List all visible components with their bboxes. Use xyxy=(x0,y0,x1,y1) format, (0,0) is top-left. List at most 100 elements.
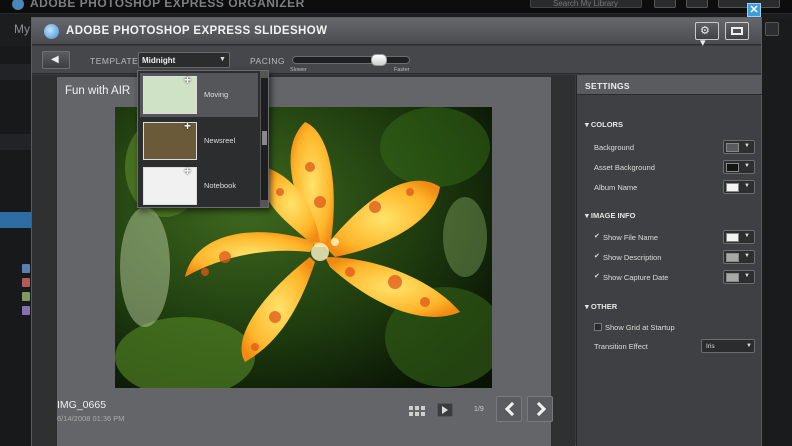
organizer-sidebar xyxy=(0,46,32,446)
template-option-label: Moving xyxy=(204,90,229,99)
organizer-section-label: My xyxy=(14,22,30,36)
dropdown-scrollbar[interactable] xyxy=(260,71,268,207)
add-icon: + xyxy=(184,73,192,87)
file-name-color-picker[interactable]: ▼ xyxy=(723,230,755,244)
show-description-checkbox[interactable]: ✔ xyxy=(594,253,601,260)
next-slide-button[interactable] xyxy=(527,396,553,422)
scroll-up-icon[interactable] xyxy=(261,71,268,78)
transition-effect-value: Iris xyxy=(706,343,715,350)
template-label: TEMPLATE xyxy=(90,56,139,66)
chevron-down-icon: ▼ xyxy=(219,56,226,63)
pacing-slider-thumb[interactable] xyxy=(371,54,387,66)
background-color-picker[interactable]: ▼ xyxy=(723,140,755,154)
slide-capture-date: 6/14/2008 01:36 PM xyxy=(57,414,125,423)
play-button[interactable] xyxy=(437,403,453,417)
organizer-title-bar: ADOBE PHOTOSHOP EXPRESS ORGANIZER Search… xyxy=(0,0,792,14)
organizer-search-input[interactable]: Search My Library xyxy=(530,0,642,8)
pacing-faster-label: Faster xyxy=(394,67,410,73)
template-selected-value: Midnight xyxy=(142,56,176,65)
show-file-name-checkbox[interactable]: ✔ xyxy=(594,233,601,240)
pacing-slider[interactable] xyxy=(292,54,410,66)
pacing-slower-label: Slower xyxy=(290,67,307,73)
slide-counter: 1/9 xyxy=(474,406,484,413)
color-swatch xyxy=(726,163,739,172)
asset-background-color-label: Asset Background xyxy=(594,163,655,172)
close-icon[interactable]: ✕ xyxy=(747,3,761,17)
template-option-moving[interactable]: + Moving xyxy=(140,73,258,117)
show-file-name-label: Show File Name xyxy=(603,233,659,242)
image-info-section-toggle[interactable]: ▾ IMAGE INFO xyxy=(585,211,635,220)
color-swatch xyxy=(726,183,739,192)
color-swatch xyxy=(726,233,739,242)
template-dropdown-list: + Moving + Newsreel + Notebook xyxy=(137,70,269,208)
sidebar-row[interactable] xyxy=(0,64,32,80)
back-arrow-icon: ◀ xyxy=(51,54,59,65)
photoshop-express-logo-icon xyxy=(44,24,59,39)
background-color-label: Background xyxy=(594,143,635,152)
fullscreen-button[interactable] xyxy=(725,22,749,40)
grid-view-icon xyxy=(409,406,425,416)
settings-title: SETTINGS xyxy=(585,81,630,91)
chevron-left-icon xyxy=(504,401,520,417)
organizer-gear-button[interactable] xyxy=(654,0,676,8)
capture-date-color-picker[interactable]: ▼ xyxy=(723,270,755,284)
template-option-notebook[interactable]: + Notebook xyxy=(140,164,258,208)
dialog-title: ADOBE PHOTOSHOP EXPRESS SLIDESHOW xyxy=(66,25,328,37)
transition-effect-label: Transition Effect xyxy=(594,342,648,351)
template-option-newsreel[interactable]: + Newsreel xyxy=(140,119,258,163)
chevron-down-icon: ▼ xyxy=(744,143,750,149)
sidebar-row-selected[interactable] xyxy=(0,212,32,228)
color-swatch xyxy=(726,143,739,152)
chevron-right-icon xyxy=(531,401,547,417)
gear-icon: ⚙ ▾ xyxy=(700,25,710,49)
photoshop-express-logo-icon xyxy=(12,0,24,10)
back-button[interactable]: ◀ xyxy=(42,51,70,69)
template-dropdown[interactable]: Midnight ▼ xyxy=(138,52,230,68)
chevron-down-icon: ▼ xyxy=(744,163,750,169)
organizer-title: ADOBE PHOTOSHOP EXPRESS ORGANIZER xyxy=(30,0,305,10)
color-swatch xyxy=(726,253,739,262)
sidebar-thumbnail[interactable] xyxy=(22,306,30,315)
organizer-view-button[interactable] xyxy=(686,0,708,8)
template-option-label: Notebook xyxy=(204,181,237,190)
previous-slide-button[interactable] xyxy=(496,396,522,422)
album-name-color-label: Album Name xyxy=(594,183,638,192)
slide-file-name: IMG_0665 xyxy=(57,399,107,411)
chevron-down-icon: ▼ xyxy=(744,273,750,279)
organizer-side-button[interactable] xyxy=(765,22,779,36)
play-icon xyxy=(442,406,448,414)
dialog-title-bar: ADOBE PHOTOSHOP EXPRESS SLIDESHOW ⚙ ▾ xyxy=(32,18,761,49)
chevron-down-icon: ▼ xyxy=(744,183,750,189)
sidebar-thumbnail[interactable] xyxy=(22,292,30,301)
asset-background-color-picker[interactable]: ▼ xyxy=(723,160,755,174)
show-grid-checkbox[interactable] xyxy=(594,323,602,331)
slideshow-stage: Fun with AIR IMG_0665 6/14/2008 01:36 PM… xyxy=(32,75,575,446)
settings-header: SETTINGS xyxy=(577,75,762,95)
grid-view-button[interactable] xyxy=(409,405,427,417)
scroll-down-icon[interactable] xyxy=(261,200,268,207)
fullscreen-icon xyxy=(731,27,743,35)
pacing-label: PACING xyxy=(250,56,285,66)
show-capture-date-checkbox[interactable]: ✔ xyxy=(594,273,601,280)
sidebar-thumbnail[interactable] xyxy=(22,278,30,287)
add-icon: + xyxy=(184,119,192,133)
album-name-color-picker[interactable]: ▼ xyxy=(723,180,755,194)
chevron-down-icon: ▼ xyxy=(744,253,750,259)
sidebar-thumbnail[interactable] xyxy=(22,264,30,273)
settings-menu-button[interactable]: ⚙ ▾ xyxy=(695,22,719,49)
transition-effect-dropdown[interactable]: Iris ▼ xyxy=(701,339,755,353)
colors-heading: COLORS xyxy=(590,120,623,129)
chevron-down-icon: ▼ xyxy=(746,343,752,349)
organizer-right-area xyxy=(762,18,792,446)
sidebar-row[interactable] xyxy=(0,134,32,150)
description-color-picker[interactable]: ▼ xyxy=(723,250,755,264)
template-option-label: Newsreel xyxy=(204,136,236,145)
show-description-label: Show Description xyxy=(603,253,662,262)
colors-section-toggle[interactable]: ▾ COLORS xyxy=(585,120,623,129)
scrollbar-thumb[interactable] xyxy=(262,131,267,145)
other-section-toggle[interactable]: ▾ OTHER xyxy=(585,302,617,311)
other-heading: OTHER xyxy=(590,302,618,311)
slide-preview: Fun with AIR IMG_0665 6/14/2008 01:36 PM… xyxy=(57,77,553,446)
slideshow-dialog: ADOBE PHOTOSHOP EXPRESS SLIDESHOW ⚙ ▾ ◀ … xyxy=(31,17,762,446)
slide-album-title: Fun with AIR xyxy=(65,85,131,97)
